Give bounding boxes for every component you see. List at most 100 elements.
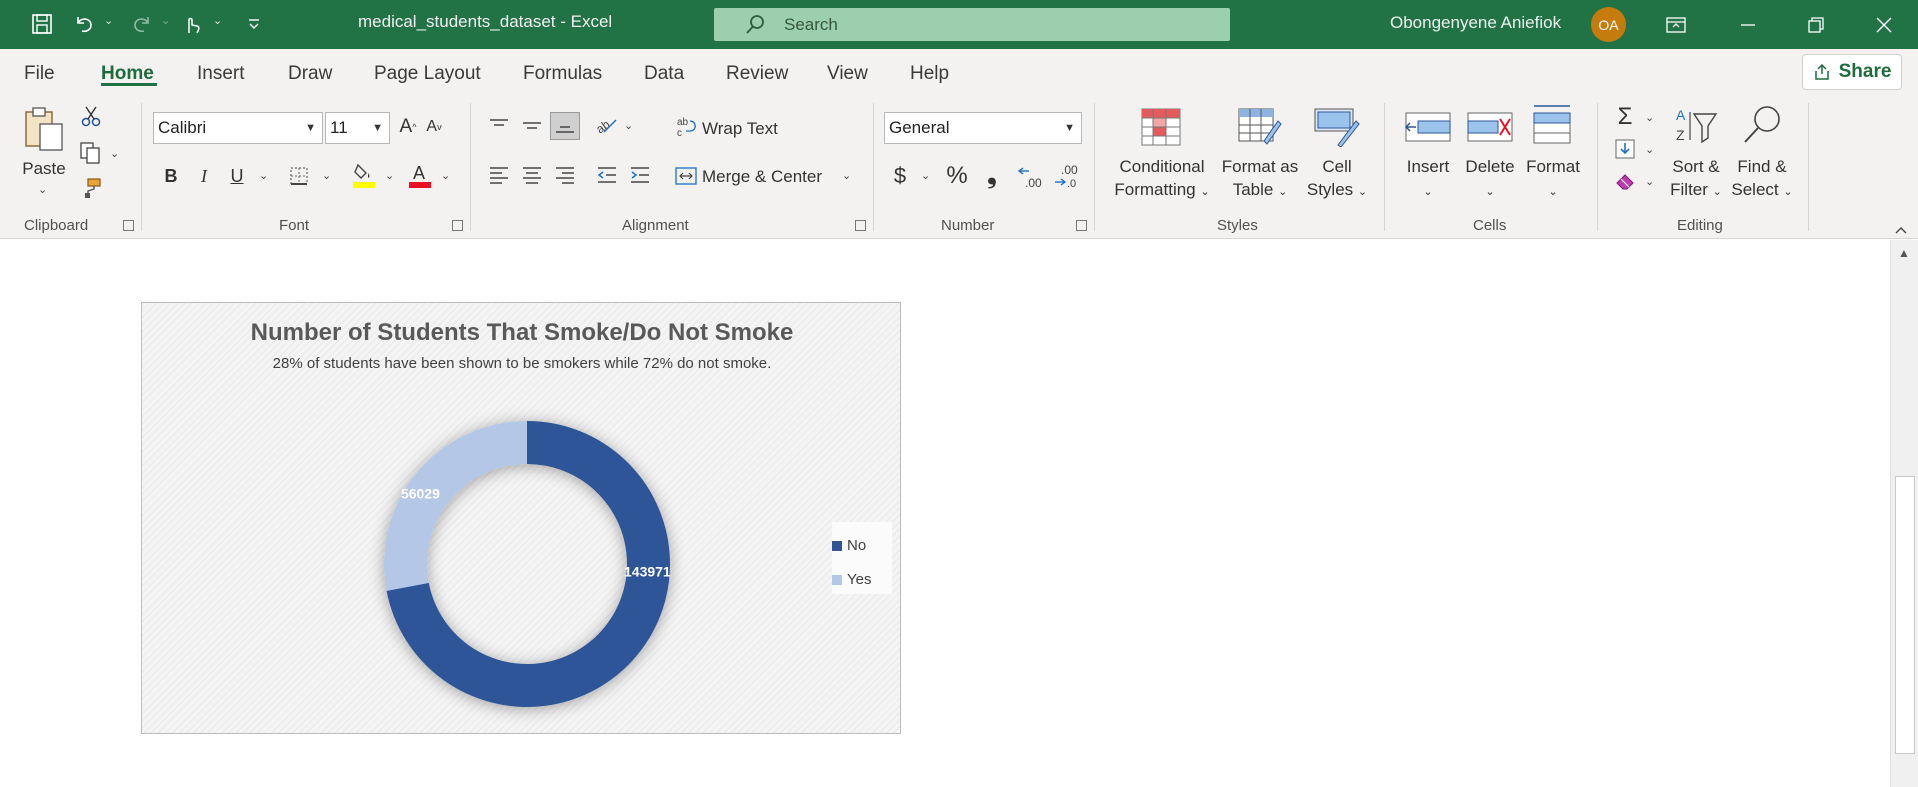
align-top-icon[interactable] [484,112,514,140]
align-left-icon[interactable] [484,161,514,189]
share-button[interactable]: Share [1802,54,1902,90]
alignment-launcher-icon[interactable] [855,220,866,231]
font-color-dropdown-icon[interactable]: ⌄ [441,169,450,182]
cell-styles-button[interactable]: Cell Styles ⌄ [1304,155,1370,204]
clear-dropdown-icon[interactable]: ⌄ [1645,175,1654,188]
format-cells-button[interactable]: Format ⌄ [1519,155,1587,204]
percent-button[interactable]: % [943,161,971,191]
borders-dropdown-icon[interactable]: ⌄ [322,169,331,182]
align-right-icon[interactable] [550,161,580,189]
increase-indent-icon[interactable] [625,161,655,189]
avatar[interactable]: OA [1591,7,1626,42]
sort-filter-icon[interactable]: AZ [1674,105,1720,147]
user-name[interactable]: Obongenyene Aniefiok [1390,13,1561,33]
copy-dropdown-icon[interactable]: ⌄ [110,147,119,160]
conditional-formatting-icon[interactable] [1140,107,1182,147]
undo-icon[interactable] [70,10,98,38]
autosum-icon[interactable]: Σ [1612,103,1638,131]
comma-style-button[interactable]: ❟ [980,161,1004,191]
fill-icon[interactable] [1612,135,1638,163]
number-launcher-icon[interactable] [1076,220,1087,231]
paste-icon[interactable] [20,103,68,155]
undo-dropdown-icon[interactable]: ⌄ [104,14,113,27]
touch-mode-icon[interactable] [178,10,206,38]
wrap-text-button[interactable]: Wrap Text [702,119,778,139]
underline-dropdown-icon[interactable]: ⌄ [259,169,268,182]
orientation-dropdown-icon[interactable]: ⌄ [624,119,633,132]
sort-filter-button[interactable]: Sort & Filter ⌄ [1660,155,1732,204]
borders-icon[interactable] [286,162,312,190]
insert-cells-button[interactable]: Insert ⌄ [1398,155,1458,204]
tab-data[interactable]: Data [644,63,684,85]
find-select-button[interactable]: Find & Select ⌄ [1726,155,1798,204]
underline-button[interactable]: U [225,162,249,190]
restore-icon[interactable] [1788,0,1844,49]
align-center-icon[interactable] [517,161,547,189]
minimize-icon[interactable] [1720,0,1776,49]
insert-cells-icon[interactable] [1404,107,1452,147]
format-cells-icon[interactable] [1528,103,1576,147]
font-color-icon[interactable]: A [406,159,434,191]
donut-chart[interactable]: Number of Students That Smoke/Do Not Smo… [141,302,901,734]
currency-dropdown-icon[interactable]: ⌄ [921,169,930,182]
format-as-table-button[interactable]: Format as Table ⌄ [1214,155,1306,204]
delete-cells-button[interactable]: Delete ⌄ [1460,155,1520,204]
cut-icon[interactable] [78,103,104,129]
autosum-dropdown-icon[interactable]: ⌄ [1645,111,1654,124]
decrease-decimal-icon[interactable]: .00.0 [1052,161,1082,191]
close-icon[interactable] [1856,0,1912,49]
chart-legend[interactable]: No Yes [832,522,892,594]
align-bottom-icon[interactable] [550,112,580,140]
decrease-font-size-icon[interactable]: Av [422,112,446,142]
merge-center-button[interactable]: Merge & Center [702,167,822,187]
vertical-scrollbar[interactable]: ▲ [1890,240,1918,787]
fill-dropdown-icon[interactable]: ⌄ [1645,143,1654,156]
font-name-combo[interactable]: Calibri ▼ [153,112,323,144]
merge-dropdown-icon[interactable]: ⌄ [842,169,851,182]
italic-button[interactable]: I [192,162,216,190]
clear-icon[interactable] [1612,167,1638,195]
font-launcher-icon[interactable] [452,220,463,231]
tab-home[interactable]: Home [101,63,154,85]
scrollbar-thumb[interactable] [1895,476,1915,754]
currency-button[interactable]: $ [888,161,912,191]
tab-insert[interactable]: Insert [197,63,245,85]
tab-help[interactable]: Help [910,63,949,85]
decrease-indent-icon[interactable] [592,161,622,189]
fill-color-icon[interactable] [350,159,378,191]
format-painter-icon[interactable] [78,175,104,201]
number-format-combo[interactable]: General ▼ [884,112,1082,144]
customize-toolbar-icon[interactable] [240,10,268,38]
conditional-formatting-button[interactable]: Conditional Formatting ⌄ [1104,155,1220,204]
font-size-combo[interactable]: 11 ▼ [325,112,390,144]
redo-dropdown-icon[interactable]: ⌄ [161,14,170,27]
collapse-ribbon-icon[interactable] [1890,220,1912,240]
bold-button[interactable]: B [159,162,183,190]
copy-icon[interactable] [76,139,104,167]
tab-file[interactable]: File [24,63,55,85]
cell-styles-icon[interactable] [1314,107,1360,147]
orientation-icon[interactable]: ab [592,110,620,140]
redo-icon[interactable] [128,10,156,38]
merge-center-icon[interactable] [673,163,699,189]
increase-font-size-icon[interactable]: A ^ [396,112,420,142]
search-input[interactable] [784,14,1184,35]
format-as-table-icon[interactable] [1238,107,1282,147]
delete-cells-icon[interactable] [1466,107,1514,147]
tab-view[interactable]: View [827,63,868,85]
tab-page-layout[interactable]: Page Layout [374,63,481,85]
donut-slice-yes[interactable] [384,421,527,591]
ribbon-display-options-icon[interactable] [1648,0,1704,49]
touch-dropdown-icon[interactable]: ⌄ [213,14,222,27]
increase-decimal-icon[interactable]: .00 [1016,161,1046,191]
save-icon[interactable] [28,10,56,38]
tab-review[interactable]: Review [726,63,788,85]
paste-button[interactable]: Paste [20,157,68,180]
align-middle-icon[interactable] [517,112,547,140]
paste-dropdown-icon[interactable]: ⌄ [38,183,47,196]
search-box[interactable] [714,8,1230,41]
scroll-up-icon[interactable]: ▲ [1898,246,1910,260]
fill-color-dropdown-icon[interactable]: ⌄ [385,169,394,182]
tab-formulas[interactable]: Formulas [523,63,602,85]
wrap-text-icon[interactable]: ab c [675,112,699,142]
